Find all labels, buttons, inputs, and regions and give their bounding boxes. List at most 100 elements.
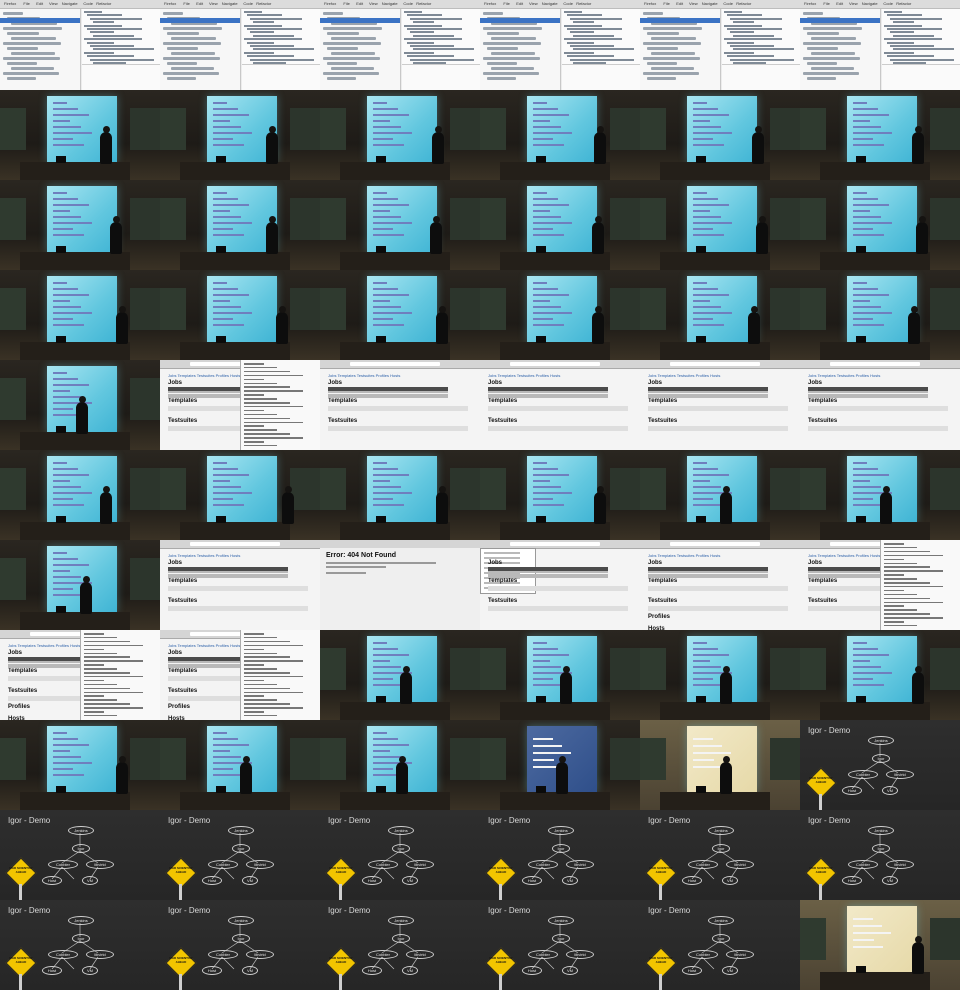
terminal-pane bbox=[242, 64, 320, 90]
thumbnail bbox=[640, 630, 800, 720]
projected-line bbox=[373, 642, 387, 644]
terminal-line bbox=[84, 691, 143, 693]
projected-line bbox=[693, 234, 724, 236]
projected-line bbox=[53, 588, 73, 590]
projected-line bbox=[693, 486, 721, 488]
projected-line bbox=[533, 324, 564, 326]
terminal-line bbox=[244, 402, 290, 404]
thumbnail: Jobs Templates Testsuites Profiles Hosts… bbox=[800, 360, 960, 450]
projected-line bbox=[533, 120, 550, 122]
blackboard bbox=[0, 108, 26, 150]
thumbnail bbox=[800, 900, 960, 990]
projected-line bbox=[373, 294, 409, 296]
projected-line bbox=[213, 306, 241, 308]
graph-node: libvirtd bbox=[886, 860, 914, 869]
tree-row bbox=[163, 27, 222, 30]
graph-node: VM bbox=[722, 966, 738, 975]
section-heading: Templates bbox=[168, 578, 198, 584]
error-title: Error: 404 Not Found bbox=[326, 552, 397, 559]
speaker bbox=[756, 216, 768, 254]
terminal-line bbox=[244, 444, 277, 447]
projected-line bbox=[213, 144, 244, 146]
thumbnail bbox=[800, 450, 960, 540]
blackboard bbox=[160, 198, 186, 240]
lectern bbox=[20, 612, 130, 630]
speaker bbox=[396, 756, 408, 794]
code-line bbox=[727, 55, 774, 58]
section-heading: Templates bbox=[648, 398, 678, 404]
thumbnail: Igor - Demo Jenkins Igor Cobbler libvirtd Hos… bbox=[640, 900, 800, 990]
thumbnail: Jobs Templates Testsuites bbox=[480, 540, 640, 630]
projected-line bbox=[213, 198, 238, 200]
projector-screen bbox=[47, 726, 117, 792]
empty-table bbox=[808, 406, 948, 411]
projected-line bbox=[693, 738, 713, 740]
speaker bbox=[880, 486, 892, 524]
tree-row bbox=[647, 47, 678, 50]
projected-line bbox=[213, 126, 241, 128]
thumbnail: Jobs Templates Testsuites Profiles Hosts… bbox=[160, 360, 320, 450]
graph-node: Igor bbox=[232, 934, 250, 943]
graph-node: Jenkins bbox=[228, 826, 254, 835]
lectern bbox=[340, 342, 450, 360]
top-nav: Jobs Templates Testsuites Profiles Hosts bbox=[808, 553, 881, 558]
projected-line bbox=[213, 738, 238, 740]
projected-line bbox=[853, 102, 867, 104]
projected-line bbox=[693, 108, 718, 110]
tree-row bbox=[643, 27, 702, 30]
projected-line bbox=[693, 216, 721, 218]
terminal-line bbox=[884, 550, 930, 553]
projected-line bbox=[53, 390, 70, 392]
code-line bbox=[247, 55, 294, 58]
code-line bbox=[567, 55, 614, 58]
section-heading: Jobs bbox=[648, 380, 663, 386]
section-heading: Testsuites bbox=[648, 418, 678, 424]
tree-row bbox=[491, 67, 534, 70]
projected-line bbox=[853, 474, 889, 476]
terminal-line bbox=[244, 390, 303, 392]
code-line bbox=[87, 14, 122, 17]
projected-line bbox=[853, 462, 867, 464]
graph-node: Host bbox=[522, 966, 542, 975]
projected-line bbox=[53, 288, 78, 290]
projected-line bbox=[53, 576, 81, 578]
laptop bbox=[56, 156, 66, 163]
projected-line bbox=[53, 126, 81, 128]
terminal-line bbox=[244, 417, 290, 420]
projected-line bbox=[373, 318, 393, 320]
thumbnail bbox=[320, 270, 480, 360]
section-heading: Templates bbox=[808, 398, 838, 404]
laptop bbox=[376, 786, 386, 793]
section-heading: Testsuites bbox=[168, 418, 198, 424]
projected-line bbox=[373, 228, 393, 230]
laptop bbox=[56, 786, 66, 793]
projector-screen bbox=[847, 276, 917, 342]
projected-line bbox=[533, 114, 569, 116]
graph-node: Host bbox=[202, 966, 222, 975]
thumbnail bbox=[800, 180, 960, 270]
laptop bbox=[536, 156, 546, 163]
code-line bbox=[884, 38, 942, 41]
projected-line bbox=[213, 498, 233, 500]
graph-node: Jenkins bbox=[548, 826, 574, 835]
blackboard bbox=[640, 738, 666, 780]
terminal-line bbox=[244, 429, 277, 431]
url-bar bbox=[830, 362, 920, 366]
thumbnail: Jobs Templates Testsuites Profiles Hosts… bbox=[480, 360, 640, 450]
projected-line bbox=[53, 300, 70, 302]
projected-line bbox=[853, 198, 878, 200]
thumbnail bbox=[160, 180, 320, 270]
projected-line bbox=[853, 480, 870, 482]
code-line bbox=[253, 48, 314, 51]
projected-line bbox=[693, 462, 707, 464]
code-line bbox=[564, 38, 622, 41]
terminal-line bbox=[884, 582, 930, 584]
terminal-line bbox=[884, 585, 943, 588]
terminal-line bbox=[244, 382, 277, 384]
tree-row bbox=[643, 72, 699, 75]
thumbnail bbox=[480, 270, 640, 360]
warning-sign-text: MAD SCIENTIST AHEAD bbox=[169, 956, 193, 964]
projected-line bbox=[853, 939, 874, 941]
top-nav: Jobs Templates Testsuites Profiles Hosts bbox=[168, 553, 241, 558]
projected-line bbox=[213, 120, 230, 122]
